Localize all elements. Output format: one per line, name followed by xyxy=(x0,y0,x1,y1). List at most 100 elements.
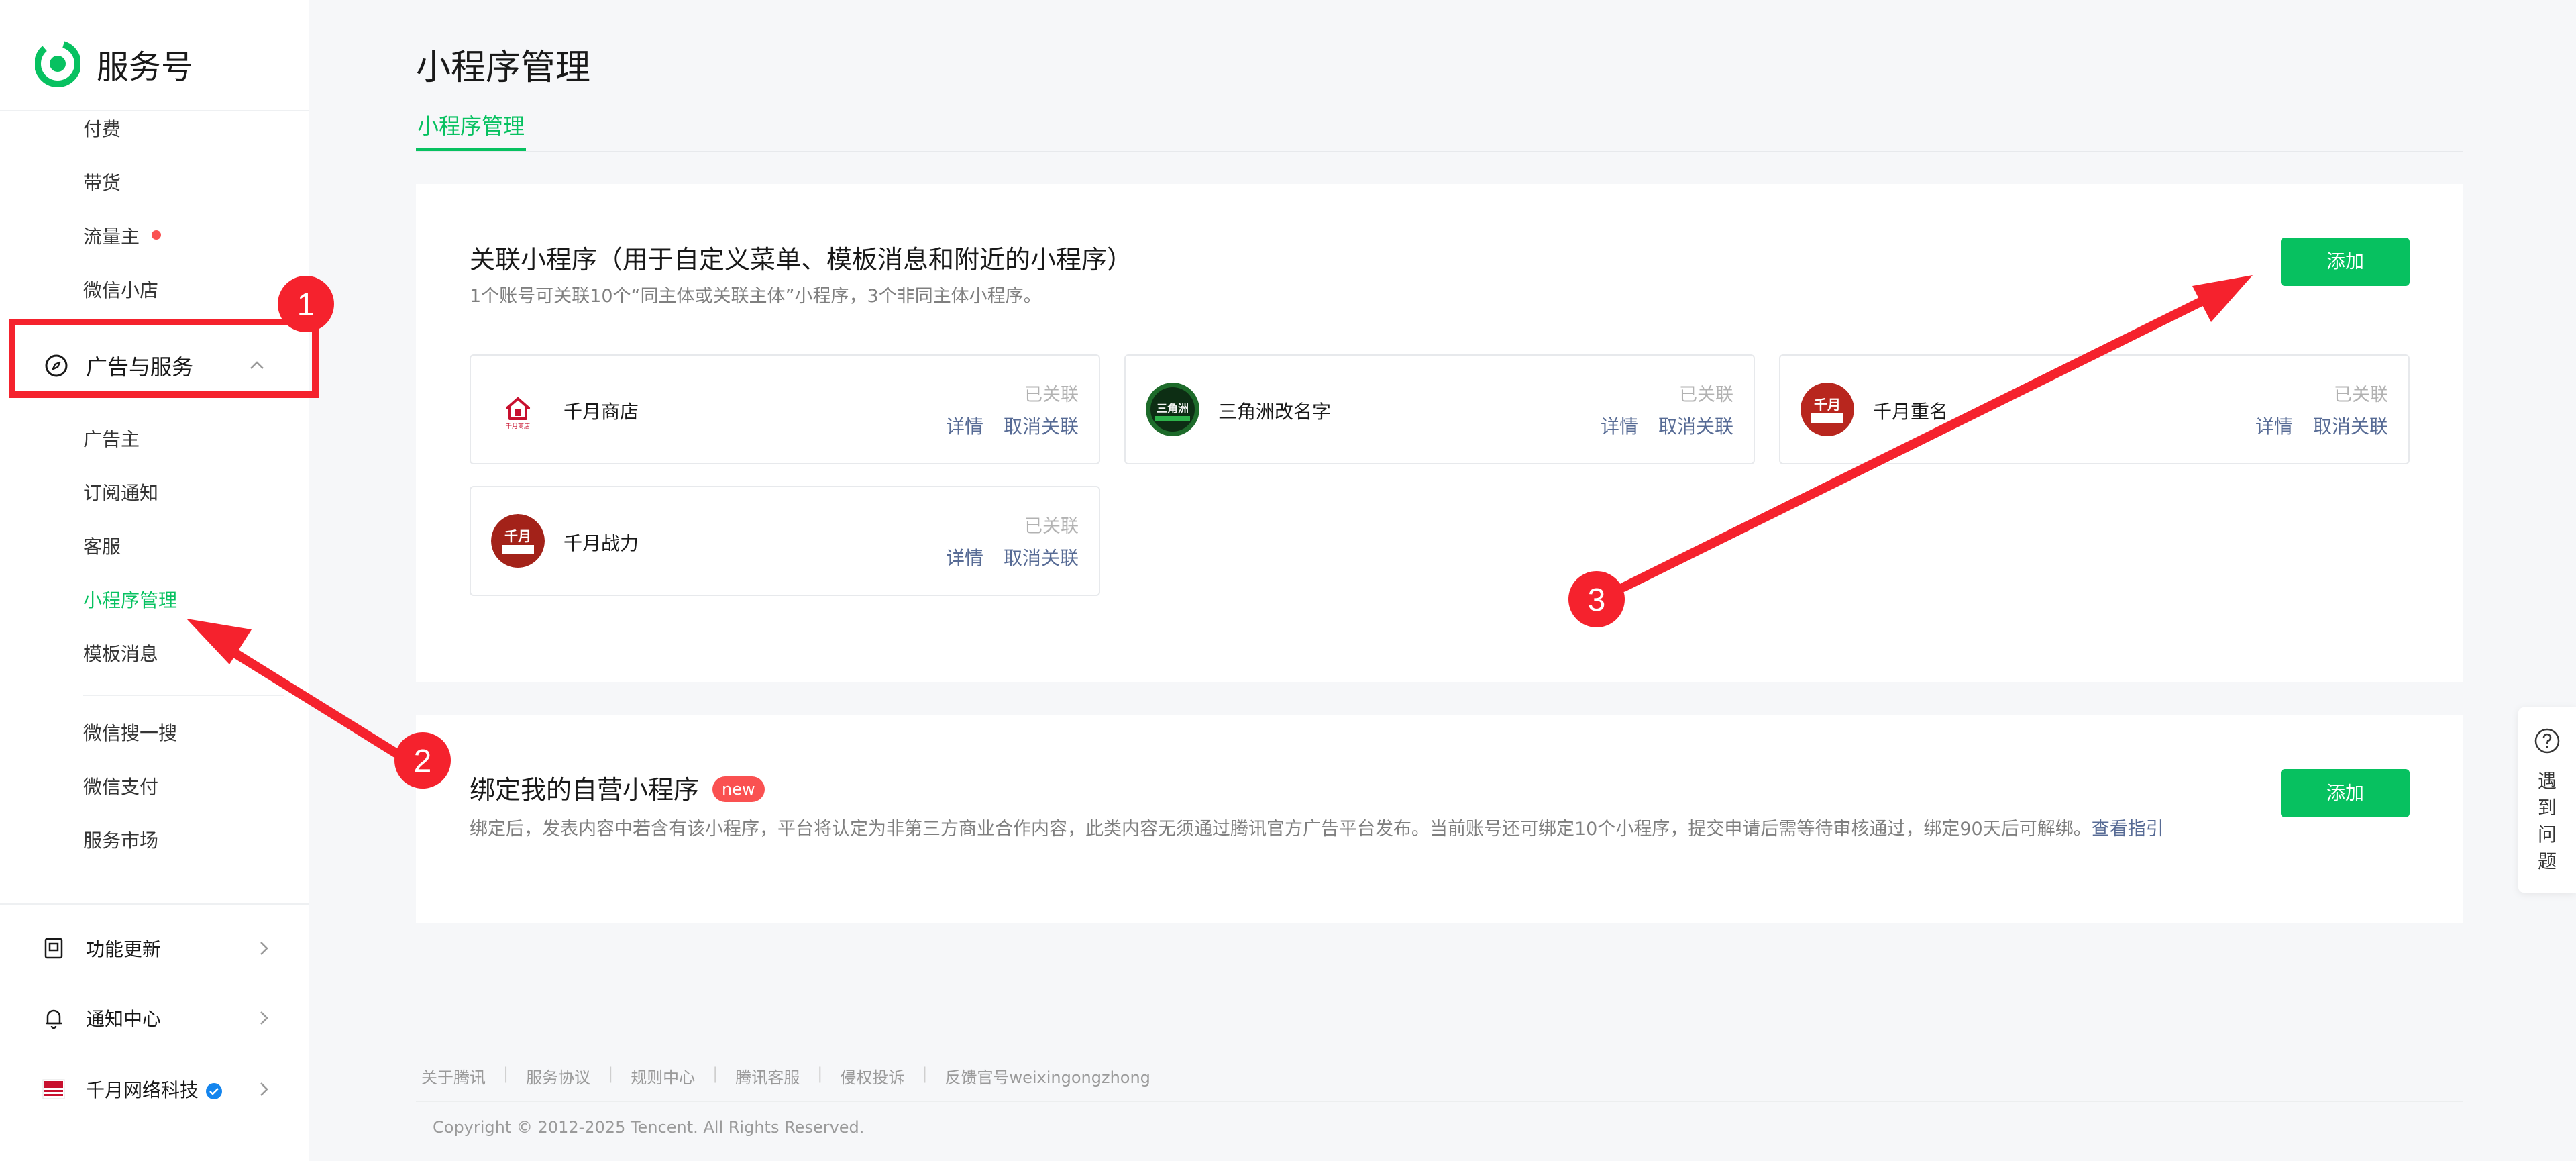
notification-dot xyxy=(152,230,162,240)
sidebar-group-ads-services[interactable]: 广告与服务 xyxy=(20,336,302,396)
separator: | xyxy=(503,1064,509,1083)
help-label-char: 问 xyxy=(2537,823,2557,846)
footer-link[interactable]: 规则中心 xyxy=(631,1064,695,1088)
app-logo[interactable]: 服务号 xyxy=(35,40,193,87)
app-detail-link[interactable]: 详情 xyxy=(946,412,983,439)
app-actions: 详情 取消关联 xyxy=(946,544,1079,570)
help-widget[interactable]: 遇到问题 xyxy=(2518,707,2576,893)
svg-text:千月商店: 千月商店 xyxy=(506,422,530,430)
footer-link[interactable]: 服务协议 xyxy=(526,1064,590,1088)
app-detail-link[interactable]: 详情 xyxy=(2255,412,2293,439)
sidebar-item-label: 广告主 xyxy=(83,428,140,450)
app-status: 已关联 xyxy=(1024,385,1079,405)
add-linked-miniprogram-button[interactable]: 添加 xyxy=(2281,238,2410,286)
sidebar-item-label: 模板消息 xyxy=(83,643,159,665)
card-title-text: 绑定我的自营小程序 xyxy=(470,775,700,805)
separator: | xyxy=(817,1064,823,1083)
footer-links: 关于腾讯 | 服务协议 | 规则中心 | 腾讯客服 | 侵权投诉 | 反馈官号weixin… xyxy=(421,1064,1150,1088)
tab-miniprogram-management[interactable]: 小程序管理 xyxy=(416,111,527,151)
page-title: 小程序管理 xyxy=(416,48,591,88)
verified-badge-icon xyxy=(206,1083,223,1099)
delta-logo-icon: 三角洲 xyxy=(1146,383,1199,436)
sidebar-item-label: 付费 xyxy=(83,118,121,140)
account-avatar xyxy=(42,1079,65,1099)
copyright: Copyright © 2012-2025 Tencent. All Right… xyxy=(433,1118,865,1137)
divider xyxy=(0,110,309,111)
sidebar-item-label: 带货 xyxy=(83,172,121,194)
sidebar-item-updates[interactable]: 功能更新 xyxy=(42,925,270,972)
sidebar-item-search[interactable]: 微信搜一搜 xyxy=(83,717,177,750)
help-label-char: 题 xyxy=(2537,850,2557,872)
sidebar-item-subscription[interactable]: 订阅通知 xyxy=(83,476,158,510)
sidebar-item-advertiser[interactable]: 广告主 xyxy=(83,423,140,456)
chevron-up-icon xyxy=(250,361,264,369)
sidebar-item-wechat-shop[interactable]: 微信小店 xyxy=(83,274,158,307)
app-logo: 千月 xyxy=(491,514,545,568)
app-detail-link[interactable]: 详情 xyxy=(946,544,983,570)
account-menu[interactable]: 千月网络科技 xyxy=(42,1066,270,1113)
guide-link[interactable]: 查看指引 xyxy=(2092,819,2164,840)
linked-app-item: 千月商店 千月商店 已关联 详情 取消关联 xyxy=(470,354,1100,464)
sidebar-item-notifications[interactable]: 通知中心 xyxy=(42,995,270,1042)
card-description: 1个账号可关联10个“同主体或关联主体”小程序，3个非同主体小程序。 xyxy=(470,286,1042,307)
separator: | xyxy=(712,1064,718,1083)
account-name-text: 千月网络科技 xyxy=(86,1079,199,1101)
card-title: 绑定我的自营小程序 new xyxy=(470,769,765,806)
app-unlink-link[interactable]: 取消关联 xyxy=(2313,412,2388,439)
sidebar-item-market[interactable]: 服务市场 xyxy=(83,824,158,858)
app-unlink-link[interactable]: 取消关联 xyxy=(1004,412,1079,439)
sidebar-item-label: 微信小店 xyxy=(83,279,159,301)
app-name: 服务号 xyxy=(97,48,194,86)
add-own-miniprogram-button[interactable]: 添加 xyxy=(2281,769,2410,817)
power-logo-icon: 千月 xyxy=(491,514,545,568)
rename-logo-icon: 千月 xyxy=(1801,383,1854,436)
tab-bar: 小程序管理 xyxy=(416,111,2463,152)
compass-icon xyxy=(45,354,68,377)
bell-icon xyxy=(46,1009,62,1029)
sidebar-item-pay[interactable]: 付费 xyxy=(83,113,121,146)
sidebar-item-label: 客服 xyxy=(83,536,121,558)
app-unlink-link[interactable]: 取消关联 xyxy=(1004,544,1079,570)
app-unlink-link[interactable]: 取消关联 xyxy=(1658,412,1733,439)
footer-link[interactable]: 关于腾讯 xyxy=(421,1064,486,1088)
app-name: 千月战力 xyxy=(564,532,639,554)
help-label-char: 到 xyxy=(2537,797,2557,819)
app-name: 千月重名 xyxy=(1873,401,1949,423)
footer-link[interactable]: 侵权投诉 xyxy=(840,1064,904,1088)
app-actions: 详情 取消关联 xyxy=(1601,412,1733,439)
svg-text:千月: 千月 xyxy=(1814,397,1841,413)
linked-app-item: 千月 千月重名 已关联 详情 取消关联 xyxy=(1779,354,2410,464)
sidebar-item-label: 流量主 xyxy=(83,225,140,248)
sidebar-item-template[interactable]: 模板消息 xyxy=(83,638,158,671)
svg-text:三角洲: 三角洲 xyxy=(1157,402,1189,415)
svg-text:千月: 千月 xyxy=(504,528,531,544)
sidebar-item-traffic[interactable]: 流量主 xyxy=(83,220,162,254)
footer-link[interactable]: 腾讯客服 xyxy=(735,1064,800,1088)
card-description: 绑定后，发表内容中若含有该小程序，平台将认定为非第三方商业合作内容，此类内容无须… xyxy=(470,816,2194,843)
linked-app-item: 三角洲 三角洲改名字 已关联 详情 取消关联 xyxy=(1124,354,1755,464)
sidebar-item-goods[interactable]: 带货 xyxy=(83,166,121,200)
chevron-right-icon xyxy=(260,1011,268,1025)
card-title: 关联小程序（用于自定义菜单、模板消息和附近的小程序） xyxy=(470,245,1133,274)
separator: | xyxy=(608,1064,614,1083)
sidebar-item-label: 订阅通知 xyxy=(83,482,159,504)
help-label: 遇到问题 xyxy=(2518,768,2576,875)
sidebar-item-customer-service[interactable]: 客服 xyxy=(83,530,121,564)
app-logo: 千月商店 xyxy=(491,383,545,436)
new-badge: new xyxy=(712,776,765,802)
sidebar-item-wechat-pay[interactable]: 微信支付 xyxy=(83,770,158,804)
card-description-text: 绑定后，发表内容中若含有该小程序，平台将认定为非第三方商业合作内容，此类内容无须… xyxy=(470,819,2092,840)
sidebar-item-label: 微信搜一搜 xyxy=(83,722,178,744)
sidebar-item-label: 小程序管理 xyxy=(83,589,178,611)
divider xyxy=(416,1101,2463,1102)
sidebar-item-label: 服务市场 xyxy=(83,829,159,852)
app-name: 三角洲改名字 xyxy=(1218,401,1332,423)
own-miniprogram-card: 绑定我的自营小程序 new 绑定后，发表内容中若含有该小程序，平台将认定为非第三方… xyxy=(416,715,2463,923)
divider xyxy=(0,903,309,905)
sidebar-item-label: 通知中心 xyxy=(86,1008,162,1030)
footer-link[interactable]: 反馈官号weixingongzhong xyxy=(945,1064,1150,1088)
divider xyxy=(83,695,284,696)
app-detail-link[interactable]: 详情 xyxy=(1601,412,1638,439)
sidebar-item-miniprogram[interactable]: 小程序管理 xyxy=(83,584,177,617)
sidebar-item-label: 功能更新 xyxy=(86,938,162,960)
